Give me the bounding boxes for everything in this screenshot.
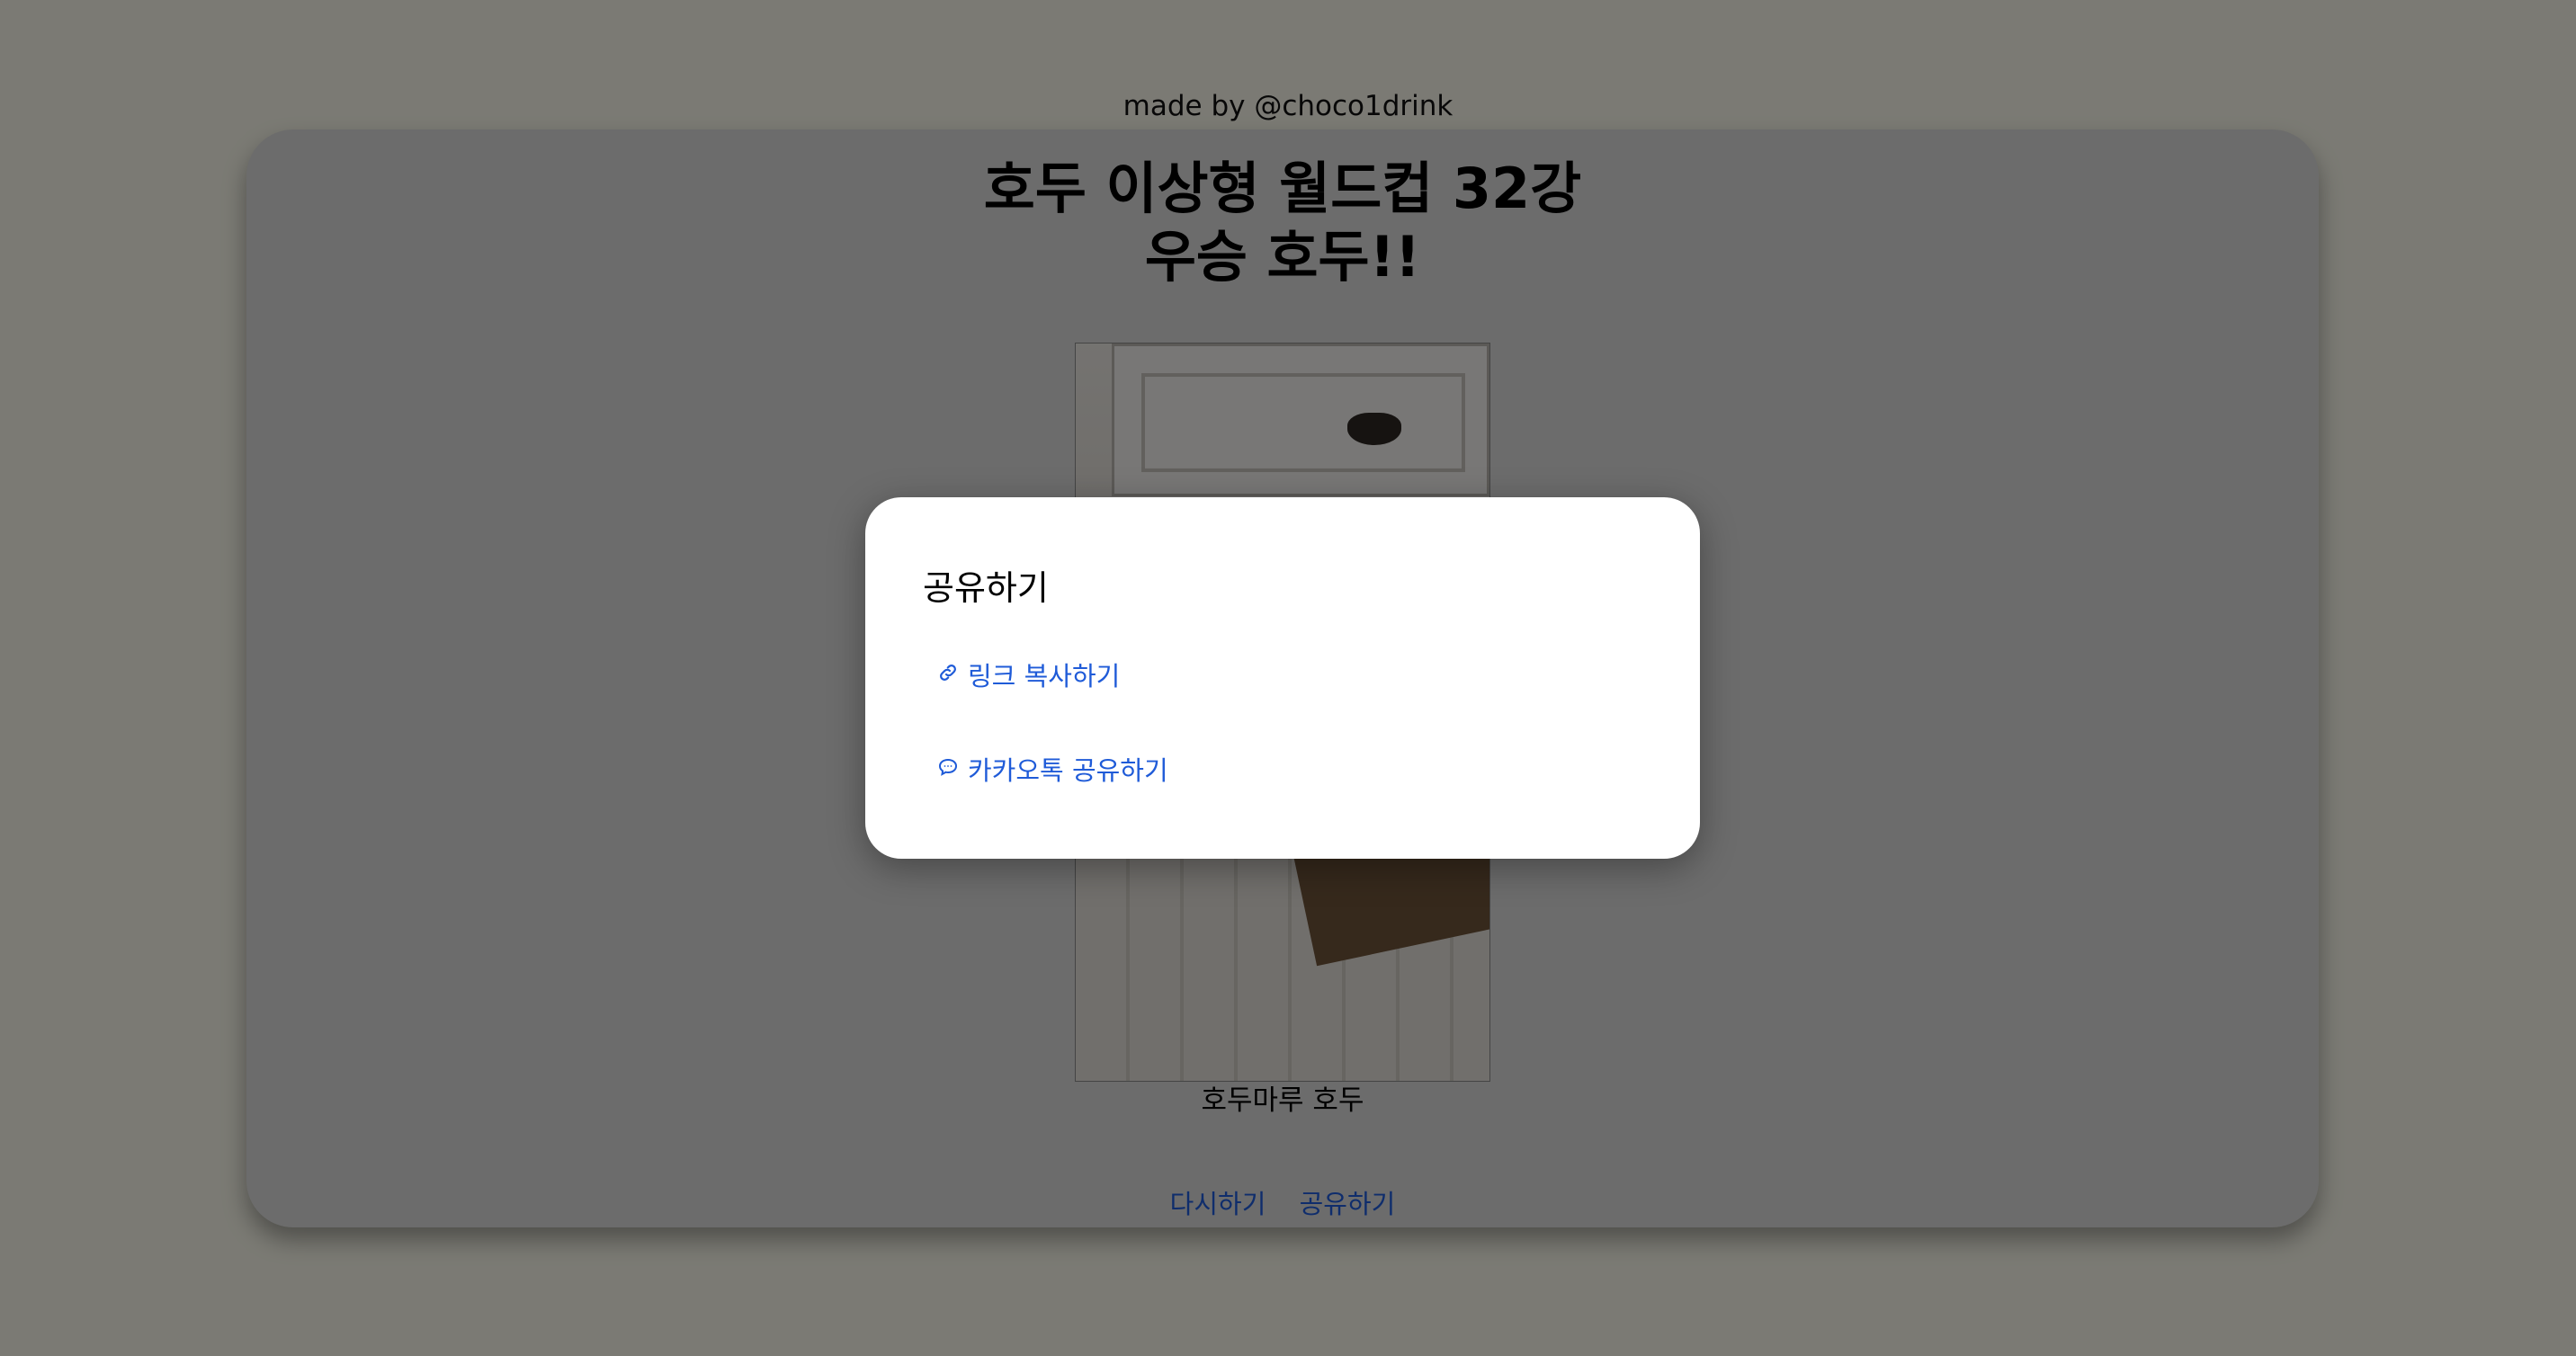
link-icon bbox=[937, 659, 959, 690]
share-modal: 공유하기 링크 복사하기 카카오톡 공유하기 bbox=[865, 497, 1700, 859]
chat-bubble-icon bbox=[937, 754, 959, 784]
share-modal-title: 공유하기 bbox=[923, 568, 1049, 608]
copy-link-label: 링크 복사하기 bbox=[968, 661, 1121, 691]
copy-link-button[interactable]: 링크 복사하기 bbox=[937, 656, 1120, 693]
kakaotalk-share-label: 카카오톡 공유하기 bbox=[968, 755, 1168, 786]
kakaotalk-share-button[interactable]: 카카오톡 공유하기 bbox=[937, 750, 1168, 788]
page: made by @choco1drink 호두 이상형 월드컵 32강 우승 호… bbox=[0, 0, 2576, 1356]
